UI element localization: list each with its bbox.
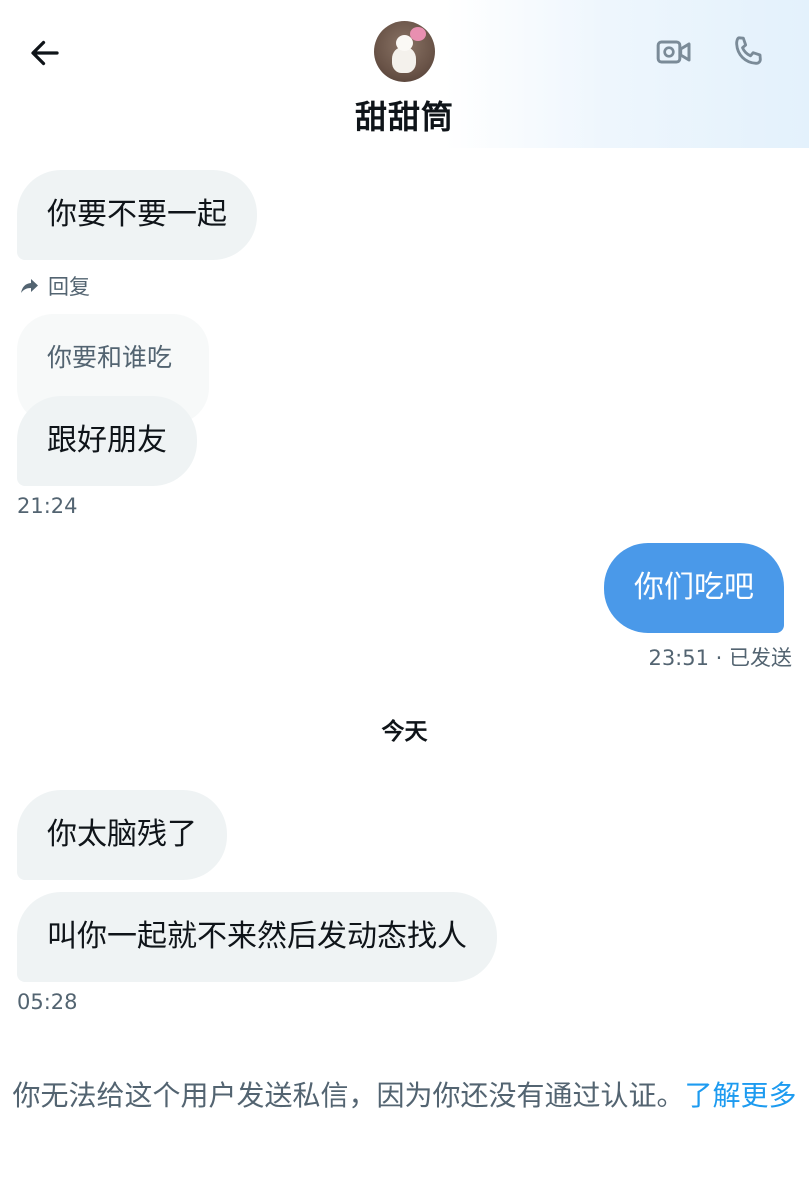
quoted-text: 你要和谁吃 bbox=[47, 343, 173, 372]
phone-icon bbox=[735, 36, 762, 65]
notice-text: 你无法给这个用户发送私信，因为你还没有通过认证。 bbox=[12, 1079, 685, 1112]
reply-button[interactable]: 回复 bbox=[18, 271, 90, 301]
message-timestamp: 21:24 bbox=[17, 494, 78, 518]
contact-avatar[interactable] bbox=[374, 21, 435, 82]
received-message[interactable]: 叫你一起就不来然后发动态找人 bbox=[17, 892, 497, 982]
back-button[interactable] bbox=[22, 30, 68, 76]
sent-status-timestamp: 23:51 · 已发送 bbox=[648, 646, 792, 670]
received-message[interactable]: 你要不要一起 bbox=[17, 170, 257, 260]
avatar-flower bbox=[410, 27, 426, 41]
message-text: 你要不要一起 bbox=[47, 197, 227, 232]
sent-message[interactable]: 你们吃吧 bbox=[604, 543, 784, 633]
day-separator: 今天 bbox=[381, 719, 428, 745]
message-text: 叫你一起就不来然后发动态找人 bbox=[47, 919, 467, 954]
contact-name[interactable]: 甜甜筒 bbox=[0, 92, 809, 138]
reply-label: 回复 bbox=[48, 275, 90, 299]
learn-more-link[interactable]: 了解更多 bbox=[685, 1079, 797, 1112]
cannot-message-notice: 你无法给这个用户发送私信，因为你还没有通过认证。了解更多 bbox=[0, 1072, 809, 1119]
video-call-icon bbox=[656, 40, 691, 64]
received-message[interactable]: 你太脑残了 bbox=[17, 790, 227, 880]
reply-arrow-icon bbox=[21, 279, 38, 293]
video-call-button[interactable] bbox=[650, 28, 698, 76]
received-message[interactable]: 跟好朋友 bbox=[17, 396, 197, 486]
message-text: 你太脑残了 bbox=[47, 817, 197, 852]
message-timestamp: 05:28 bbox=[17, 990, 78, 1014]
avatar-dog-head bbox=[396, 35, 413, 51]
conversation-header: 甜甜筒 bbox=[0, 0, 809, 148]
message-text: 跟好朋友 bbox=[47, 423, 167, 458]
message-text: 你们吃吧 bbox=[634, 570, 754, 605]
arrow-left-icon bbox=[31, 40, 59, 66]
dm-conversation-screen: 甜甜筒 你要不要一起 回复 你要和谁吃 跟好朋友 21:24 你们吃吧 23:5… bbox=[0, 0, 809, 1200]
voice-call-button[interactable] bbox=[724, 28, 772, 76]
